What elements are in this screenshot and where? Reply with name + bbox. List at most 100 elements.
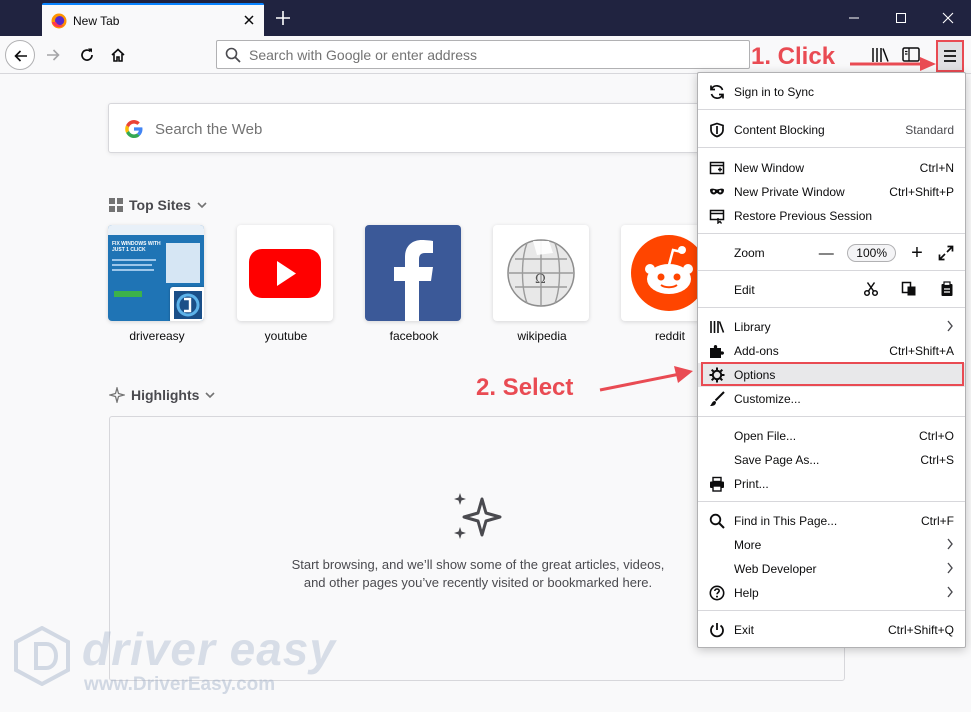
menu-shortcut: Ctrl+S [920,453,954,467]
hamburger-menu-icon [944,50,956,62]
private-mask-icon [710,188,724,195]
web-search-input[interactable] [155,118,655,140]
menu-item-exit[interactable]: Exit Ctrl+Shift+Q [698,618,965,642]
facebook-tile [365,225,461,321]
copy-icon[interactable] [901,281,917,297]
open-menu-button[interactable] [936,40,964,72]
search-icon [709,513,725,529]
menu-label: Find in This Page... [734,514,838,528]
top-site-tile-youtube[interactable]: youtube [237,225,335,343]
cut-icon[interactable] [863,281,879,297]
menu-shortcut: Ctrl+Shift+A [889,344,954,358]
minimize-button[interactable] [831,0,877,36]
menu-item-find[interactable]: Find in This Page... Ctrl+F [698,509,965,533]
chevron-right-icon [947,320,953,332]
library-icon [710,321,725,333]
close-window-button[interactable] [925,0,971,36]
chevron-right-icon [947,538,953,550]
menu-label: Add-ons [734,344,779,358]
menu-item-more[interactable]: More [698,533,965,557]
tab-new-tab[interactable]: New Tab [42,3,264,36]
options-highlight-box [701,362,964,386]
url-bar[interactable] [216,40,750,69]
menu-shortcut: Ctrl+O [918,429,954,443]
menu-item-web-developer[interactable]: Web Developer [698,557,965,581]
menu-label: Print... [734,477,769,491]
highlights-header[interactable]: Highlights [109,387,216,403]
menu-separator [698,307,965,308]
chevron-down-icon [197,202,207,209]
menu-shortcut: Ctrl+Shift+Q [887,623,954,637]
maximize-icon [896,13,906,23]
menu-separator [698,147,965,148]
step1-annotation: 1. Click [751,43,836,70]
menu-item-new-private-window[interactable]: New Private Window Ctrl+Shift+P [698,180,965,204]
menu-item-print[interactable]: Print... [698,472,965,496]
firefox-icon [51,13,67,29]
close-tab-icon[interactable] [242,13,256,27]
maximize-button[interactable] [878,0,924,36]
back-button[interactable] [5,40,35,70]
menu-label: Zoom [734,246,765,260]
step1-arrow-icon [850,57,936,71]
highlights-title: Highlights [131,387,200,403]
home-button[interactable] [103,40,133,70]
grid-icon [109,198,123,212]
tile-label: facebook [389,329,439,343]
top-site-tile-drivereasy[interactable]: FIX WINDOWS WITH JUST 1 CLICK drivereasy [108,225,206,343]
menu-item-save-page[interactable]: Save Page As... Ctrl+S [698,448,965,472]
google-icon [125,120,143,138]
zoom-out-button[interactable]: — [813,245,839,262]
menu-item-new-window[interactable]: New Window Ctrl+N [698,156,965,180]
menu-separator [698,610,965,611]
menu-item-restore-session[interactable]: Restore Previous Session [698,204,965,228]
top-sites-header[interactable]: Top Sites [109,197,207,213]
web-search-box[interactable] [108,103,748,153]
reload-icon [81,48,93,61]
restore-session-icon [709,209,725,224]
paste-icon[interactable] [939,281,955,297]
tile-label: youtube [264,329,308,343]
printer-icon [710,476,724,492]
menu-label: Web Developer [734,562,817,576]
menu-label: Edit [734,283,755,297]
menu-label: Library [734,320,771,334]
chevron-right-icon [947,586,953,598]
youtube-tile [237,225,333,321]
menu-separator [698,233,965,234]
menu-item-library[interactable]: Library [698,315,965,339]
menu-item-customize[interactable]: Customize... [698,387,965,411]
wikipedia-tile: Ω [493,225,589,321]
paintbrush-icon [710,391,725,406]
top-sites-title: Top Sites [129,197,191,213]
chevron-down-icon [205,392,216,399]
close-window-icon [942,12,954,24]
fullscreen-icon[interactable] [938,245,954,261]
menu-item-help[interactable]: Help [698,581,965,605]
menu-separator [698,270,965,271]
zoom-in-button[interactable]: + [904,242,930,265]
menu-label: Customize... [734,392,801,406]
menu-item-addons[interactable]: Add-ons Ctrl+Shift+A [698,339,965,363]
puzzle-icon [710,345,724,358]
shield-icon [710,122,724,138]
highlights-sparkle-icon [454,493,502,539]
new-tab-plus-icon[interactable] [272,7,294,29]
reload-button[interactable] [72,40,102,70]
top-site-tile-facebook[interactable]: facebook [365,225,463,343]
menu-label: Save Page As... [734,453,820,467]
minimize-icon [849,17,859,19]
top-site-tile-wikipedia[interactable]: Ω wikipedia [493,225,591,343]
wikipedia-globe-icon: Ω [507,239,575,307]
menu-item-content-blocking[interactable]: Content Blocking Standard [698,118,965,142]
zoom-reset-button[interactable]: 100% [847,244,896,262]
tile-label: wikipedia [517,329,567,343]
sparkle-icon [109,387,125,403]
step2-arrow-icon [599,366,693,392]
menu-item-open-file[interactable]: Open File... Ctrl+O [698,424,965,448]
menu-item-sign-in[interactable]: Sign in to Sync [698,80,965,104]
url-input[interactable] [249,45,739,65]
help-icon [709,585,725,601]
forward-button[interactable] [38,40,68,70]
tile-label: drivereasy [129,329,185,343]
